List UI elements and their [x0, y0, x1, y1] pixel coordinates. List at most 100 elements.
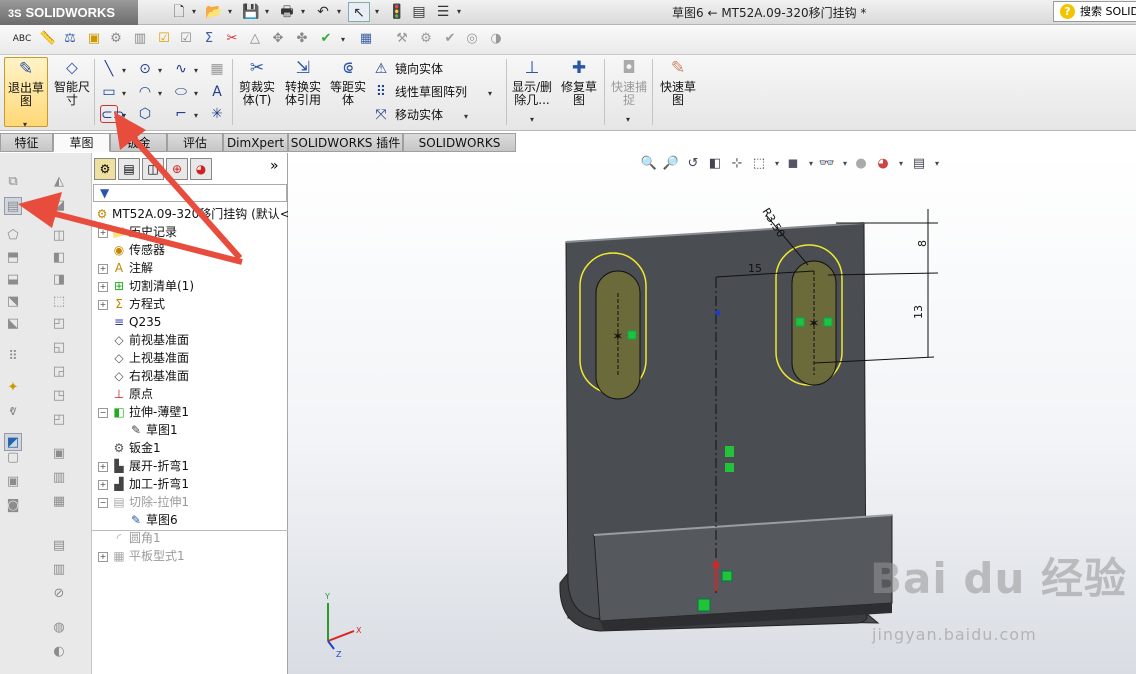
app-logo[interactable]: 3S SOLIDWORKS: [0, 0, 138, 25]
tab-evaluate[interactable]: 评估: [167, 133, 223, 152]
linear-pattern-button[interactable]: 线性草图阵列: [395, 83, 467, 101]
tab-addins[interactable]: SOLIDWORKS 插件: [288, 133, 403, 152]
smart-dimension-button[interactable]: ⬦ 智能尺寸: [52, 57, 92, 107]
tree-item-unfold[interactable]: + ▙ 展开-折弯1: [98, 457, 189, 475]
line-icon[interactable]: ╲: [100, 60, 118, 78]
deviation-icon[interactable]: △: [245, 29, 265, 49]
tree-item-right-plane[interactable]: ◇ 右视基准面: [111, 367, 189, 385]
tree-item-sketch1[interactable]: ✎ 草图1: [128, 421, 178, 439]
tab-mbd[interactable]: SOLIDWORKS MBD: [403, 133, 516, 168]
tree-item-origin[interactable]: ⊥ 原点: [111, 385, 153, 403]
tree-item-cutlist[interactable]: + ⊞ 切割清单(1): [98, 277, 194, 295]
relation-marker[interactable]: [627, 330, 637, 340]
tool-s-icon[interactable]: ▥: [50, 561, 68, 579]
tool-n-icon[interactable]: ▦: [50, 493, 68, 511]
quick-snaps-button[interactable]: ◘ 快速捕捉 ▾: [608, 57, 650, 124]
mass-properties-icon[interactable]: ⚖: [60, 29, 80, 49]
relation-marker[interactable]: [725, 463, 734, 472]
base-flange-icon[interactable]: ⧉: [4, 173, 22, 191]
expand-icon[interactable]: +: [98, 281, 108, 292]
mirror-entities-button[interactable]: 镜向实体: [395, 60, 443, 78]
arc-icon[interactable]: ◠: [136, 83, 154, 101]
sketched-bend-icon[interactable]: ⠿: [4, 348, 22, 366]
line-dropdown-icon[interactable]: ▾: [122, 66, 126, 75]
rapid-sketch-button[interactable]: ✎ 快速草图: [656, 57, 700, 107]
text-icon[interactable]: A: [208, 83, 226, 101]
unfold-tool-icon[interactable]: ⱴ: [4, 403, 22, 421]
tree-item-flat-pattern[interactable]: + ▦ 平板型式1: [98, 547, 185, 565]
tool-q-icon[interactable]: ◙: [4, 497, 22, 515]
tool-b-icon[interactable]: ◪: [50, 197, 68, 215]
display-delete-relations-button[interactable]: ⊥ 显示/删除几... ▾: [510, 57, 554, 124]
tree-item-fold[interactable]: + ▟ 加工-折弯1: [98, 475, 189, 493]
tree-item-annotations[interactable]: + A 注解: [98, 259, 153, 277]
select-cursor-icon[interactable]: ↖: [348, 2, 370, 22]
convert-entities-button[interactable]: ⇲ 转换实体引用: [282, 57, 324, 107]
tree-item-fillet[interactable]: ◜ 圆角1: [111, 529, 161, 547]
tool-t-icon[interactable]: ⊘: [50, 585, 68, 603]
collapse-icon[interactable]: −: [98, 407, 108, 418]
display-manager-tab-icon[interactable]: ◕: [190, 158, 212, 180]
ellipse-icon[interactable]: ⬭: [172, 83, 190, 101]
jog-icon[interactable]: ⬕: [4, 315, 22, 333]
mirror-icon[interactable]: ⚠: [372, 60, 390, 78]
filter-input[interactable]: ▼: [93, 184, 287, 202]
undercut-icon[interactable]: ◎: [462, 29, 482, 49]
checkbox-tool-icon[interactable]: ☑: [154, 29, 174, 49]
spell-check-icon[interactable]: ABC: [12, 29, 32, 49]
relation-marker[interactable]: [721, 570, 733, 582]
tree-item-equations[interactable]: + Σ 方程式: [98, 295, 165, 313]
spline-icon[interactable]: ∿: [172, 60, 190, 78]
parting-icon[interactable]: ◑: [486, 29, 506, 49]
print-icon[interactable]: 🖶: [276, 2, 298, 22]
tool-r-icon[interactable]: ▤: [50, 537, 68, 555]
convert-to-sheetmetal-icon[interactable]: ▤: [4, 197, 22, 215]
tree-item-sheetmetal[interactable]: ⚙ 钣金1: [111, 439, 161, 457]
fillet-sketch-icon[interactable]: ⌐: [172, 105, 190, 123]
tree-item-material[interactable]: ≡ Q235: [111, 313, 161, 331]
tool-d-icon[interactable]: ◧: [50, 249, 68, 267]
miter-flange-icon[interactable]: ⬓: [4, 271, 22, 289]
help-icon[interactable]: ?: [1060, 4, 1075, 19]
lofted-bend-icon[interactable]: ⬠: [4, 227, 22, 245]
expand-icon[interactable]: +: [98, 461, 108, 472]
tool-k-icon[interactable]: ◰: [50, 411, 68, 429]
offset-entities-button[interactable]: ⟃ 等距实体: [328, 57, 368, 107]
tool-l-icon[interactable]: ▣: [50, 445, 68, 463]
tree-item-sensors[interactable]: ◉ 传感器: [111, 241, 165, 259]
relations-dropdown-icon[interactable]: ▾: [530, 113, 534, 126]
options-icon[interactable]: ☰: [432, 2, 454, 22]
polygon-icon[interactable]: ⬡: [136, 105, 154, 123]
config-manager-tab-icon[interactable]: ◫: [142, 158, 164, 180]
spline-dropdown-icon[interactable]: ▾: [194, 66, 198, 75]
expand-tabs-icon[interactable]: »: [270, 158, 279, 174]
fillet-dropdown-icon[interactable]: ▾: [194, 111, 198, 120]
corner-icon[interactable]: ✦: [4, 379, 22, 397]
feature-tree-tab-icon[interactable]: ⚙: [94, 158, 116, 180]
tree-item-front-plane[interactable]: ◇ 前视基准面: [111, 331, 189, 349]
print-dropdown-icon[interactable]: ▾: [298, 2, 308, 22]
analysis-dropdown-icon[interactable]: ▾: [338, 30, 348, 50]
file-properties-icon[interactable]: ▤: [408, 2, 430, 22]
tree-item-sketch6[interactable]: ✎ 草图6: [128, 511, 178, 529]
tool-c-icon[interactable]: ◫: [50, 227, 68, 245]
slot-dropdown-icon[interactable]: ▾: [122, 111, 126, 120]
repair-sketch-button[interactable]: ✚ 修复草图: [558, 57, 600, 107]
exit-sketch-dropdown-icon[interactable]: ▾: [23, 118, 27, 131]
tab-features[interactable]: 特征: [0, 133, 53, 152]
property-manager-tab-icon[interactable]: ▤: [118, 158, 140, 180]
search-input[interactable]: ? 搜索 SOLIDWORKS: [1053, 1, 1136, 22]
sketch-check-icon[interactable]: ✔: [316, 29, 336, 49]
draft-analysis-icon[interactable]: ✤: [292, 29, 312, 49]
new-document-icon[interactable]: 🗋: [168, 2, 190, 22]
grid-icon[interactable]: ▦: [208, 60, 226, 78]
tool-v-icon[interactable]: ◐: [50, 643, 68, 661]
expand-icon[interactable]: +: [98, 299, 108, 310]
tool-u-icon[interactable]: ◍: [50, 619, 68, 637]
expand-icon[interactable]: +: [98, 227, 108, 238]
hem-icon[interactable]: ⬔: [4, 293, 22, 311]
tab-dimxpert[interactable]: DimXpert: [223, 133, 288, 152]
new-dropdown-icon[interactable]: ▾: [189, 2, 199, 22]
select-dropdown-icon[interactable]: ▾: [372, 2, 382, 22]
compare-icon[interactable]: ▦: [356, 29, 376, 49]
